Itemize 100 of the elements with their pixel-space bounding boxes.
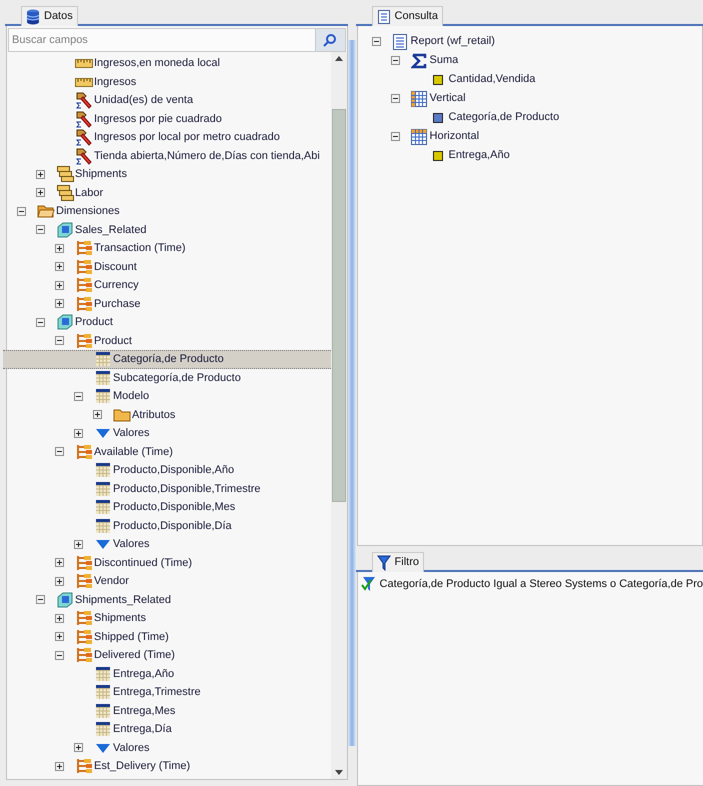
expand-toggle[interactable] <box>74 743 83 752</box>
expand-toggle[interactable] <box>55 244 64 253</box>
square-icon <box>433 74 444 84</box>
tree-item[interactable]: Producto,Disponible,Trimestre <box>3 480 331 498</box>
plus-icon <box>56 762 63 770</box>
tree-item[interactable]: Shipments_Related <box>3 590 331 609</box>
expand-toggle[interactable] <box>55 558 64 568</box>
tree-item[interactable]: Cantidad,Vendida <box>358 70 702 89</box>
tree-item[interactable]: Available (Time) <box>3 442 331 461</box>
tree-item[interactable]: Discontinued (Time) <box>3 554 331 572</box>
plus-icon <box>37 189 44 196</box>
tree-item[interactable]: Shipments <box>3 165 331 184</box>
tree-item[interactable]: Modelo <box>3 387 331 406</box>
collapse-toggle[interactable] <box>17 206 26 216</box>
collapse-toggle[interactable] <box>55 447 64 456</box>
tree-item[interactable]: Atributos <box>3 406 331 424</box>
search-field[interactable]: Buscar campos <box>8 28 316 52</box>
tree-item[interactable]: Product <box>3 332 331 350</box>
tree-item[interactable]: Producto,Disponible,Mes <box>3 498 331 516</box>
expand-toggle[interactable] <box>74 540 83 549</box>
tree-item[interactable]: Transaction (Time) <box>3 239 331 258</box>
expand-toggle[interactable] <box>55 262 64 272</box>
tree-item[interactable]: Dimensiones <box>3 202 331 220</box>
expand-toggle[interactable] <box>55 280 64 290</box>
filter-item[interactable]: Categoría,de Producto Igual a Stereo Systems o Categoría,de Pro <box>358 576 703 592</box>
collapse-toggle[interactable] <box>55 336 64 346</box>
tree-item[interactable]: Vertical <box>358 89 702 108</box>
hierarchy-icon <box>74 258 92 276</box>
tree-item[interactable]: Currency <box>3 276 331 294</box>
hierarchy-icon <box>74 646 92 664</box>
expand-toggle[interactable] <box>55 299 64 308</box>
tree-item[interactable]: Est_Delivery (Time) <box>3 757 331 776</box>
expand-toggle[interactable] <box>74 428 83 438</box>
tree-item[interactable]: Entrega,Mes <box>3 702 331 720</box>
expand-toggle[interactable] <box>55 576 64 586</box>
tree-item[interactable]: Suma <box>358 51 702 70</box>
minus-icon <box>392 57 399 64</box>
tree-item[interactable]: Shipped (Time) <box>3 628 331 646</box>
scrollbar-thumb[interactable] <box>332 109 346 502</box>
tree-item[interactable]: Valores <box>3 738 331 757</box>
tree-item[interactable]: Labor <box>3 184 331 202</box>
collapse-toggle[interactable] <box>372 37 381 46</box>
tree-item[interactable]: Ingresos por pie cuadrado <box>3 110 331 128</box>
hierarchy-icon <box>74 757 92 776</box>
expand-toggle[interactable] <box>36 170 45 179</box>
scroll-down-icon[interactable] <box>334 770 343 775</box>
collapse-toggle[interactable] <box>390 132 400 141</box>
expand-toggle[interactable] <box>36 188 45 198</box>
plus-icon <box>75 430 82 437</box>
tree-item[interactable]: Entrega,Año <box>3 664 331 683</box>
panel-tab[interactable]: Datos <box>21 6 78 26</box>
tree-item[interactable]: Subcategoría,de Producto <box>3 368 331 387</box>
tree-item[interactable]: Delivered (Time) <box>3 646 331 664</box>
tree-item[interactable]: Categoría,de Producto <box>3 350 331 368</box>
search-icon <box>323 33 338 47</box>
collapse-toggle[interactable] <box>55 650 64 660</box>
search-button[interactable] <box>316 28 346 52</box>
scroll-up-icon[interactable] <box>334 56 343 61</box>
plus-icon <box>56 282 63 289</box>
expand-toggle[interactable] <box>55 632 64 642</box>
tree-item[interactable]: Purchase <box>3 294 331 313</box>
panel-tab[interactable]: Filtro <box>372 552 424 572</box>
tree-item[interactable]: Categoría,de Producto <box>358 108 702 127</box>
tree-item[interactable]: Valores <box>3 424 331 442</box>
sigma-icon <box>411 52 428 68</box>
tree-item[interactable]: Report (wf_retail) <box>358 32 702 51</box>
tree-item[interactable]: Ingresos por local por metro cuadrado <box>3 128 331 146</box>
tree-item[interactable]: Horizontal <box>358 127 702 146</box>
tree-item[interactable]: Product <box>3 313 331 332</box>
tree-item[interactable]: Entrega,Trimestre <box>3 683 331 702</box>
panel-tab[interactable]: Consulta <box>372 6 443 26</box>
tree-item[interactable]: Ingresos,en moneda local <box>3 54 331 72</box>
tree-item[interactable]: Sales_Related <box>3 220 331 239</box>
collapse-toggle[interactable] <box>390 94 400 103</box>
tree-item[interactable]: Producto,Disponible,Año <box>3 461 331 480</box>
tree-item[interactable]: Vendor <box>3 572 331 590</box>
tree-item[interactable]: Tienda abierta,Número de,Días con tienda,Abi <box>3 146 331 165</box>
hierarchy-icon <box>74 572 92 590</box>
tree-item[interactable]: Valores <box>3 535 331 554</box>
collapse-toggle[interactable] <box>36 318 45 327</box>
cube-icon <box>56 590 74 609</box>
collapse-toggle[interactable] <box>390 56 400 65</box>
tree-item[interactable]: Shipments <box>3 609 331 628</box>
hierarchy-icon <box>74 609 92 628</box>
tree-item[interactable]: Entrega,Año <box>358 146 702 165</box>
tree-item[interactable]: Producto,Disponible,Día <box>3 516 331 535</box>
tree-item[interactable]: Discount <box>3 258 331 276</box>
expand-toggle[interactable] <box>55 762 64 771</box>
tree-item[interactable]: Ingresos <box>3 72 331 91</box>
collapse-toggle[interactable] <box>36 595 45 604</box>
document-icon <box>376 8 391 24</box>
tree-item[interactable]: Entrega,Día <box>3 720 331 738</box>
collapse-toggle[interactable] <box>36 225 45 234</box>
expand-toggle[interactable] <box>55 614 64 623</box>
grid-icon <box>94 388 110 404</box>
plus-icon <box>56 300 63 308</box>
collapse-toggle[interactable] <box>74 392 83 401</box>
expand-toggle[interactable] <box>93 410 102 420</box>
tree-item[interactable]: Unidad(es) de venta <box>3 91 331 110</box>
triangle-icon <box>94 538 110 550</box>
